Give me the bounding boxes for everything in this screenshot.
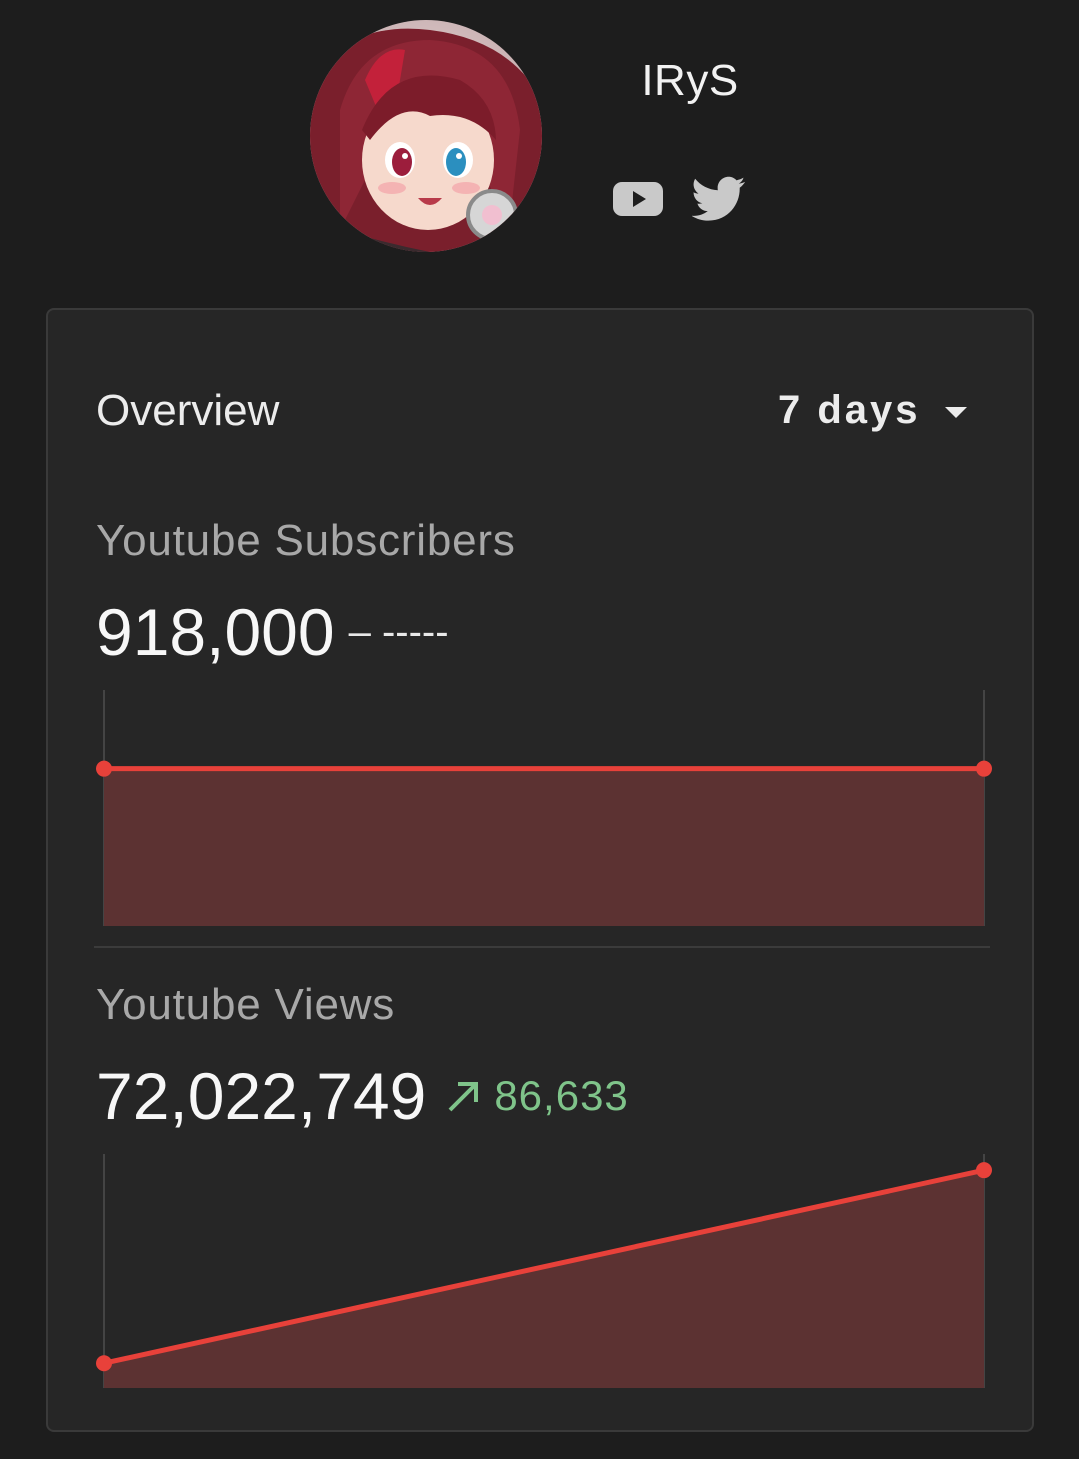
subscribers-delta: – -----	[348, 609, 449, 654]
overview-title: Overview	[96, 386, 280, 435]
section-divider	[94, 946, 990, 948]
avatar-portrait	[310, 20, 542, 252]
overview-card: Overview 7 days Youtube Subscribers 918,…	[46, 308, 1034, 1432]
range-dropdown-label: 7 days	[778, 387, 921, 432]
views-chart-point	[96, 1355, 112, 1372]
views-value: 72,022,749	[96, 1059, 427, 1133]
subscribers-chart-point	[96, 760, 112, 777]
views-delta-value: 86,633	[494, 1072, 629, 1119]
twitter-link[interactable]	[691, 176, 746, 222]
views-label: Youtube Views	[96, 980, 396, 1029]
views-chart	[96, 1154, 992, 1388]
views-chart-point	[976, 1162, 992, 1179]
youtube-icon	[613, 182, 663, 216]
subscribers-chart-area	[104, 768, 984, 926]
caret-down-icon	[944, 406, 967, 418]
subscribers-value-row: 918,000 – -----	[96, 594, 449, 670]
channel-name: IRyS	[641, 56, 739, 105]
subscribers-chart-point	[976, 760, 992, 777]
youtube-link[interactable]	[611, 178, 665, 220]
range-dropdown[interactable]: 7 days	[778, 384, 967, 436]
twitter-icon	[691, 176, 746, 221]
views-delta: 86,633	[444, 1072, 628, 1120]
subscribers-label: Youtube Subscribers	[96, 516, 516, 565]
views-chart-area	[104, 1170, 984, 1388]
trend-up-arrow-icon	[448, 1082, 479, 1112]
subscribers-value: 918,000	[96, 595, 335, 669]
channel-avatar[interactable]	[310, 20, 542, 252]
views-value-row: 72,022,749 86,633	[96, 1058, 629, 1134]
subscribers-chart	[96, 690, 992, 926]
